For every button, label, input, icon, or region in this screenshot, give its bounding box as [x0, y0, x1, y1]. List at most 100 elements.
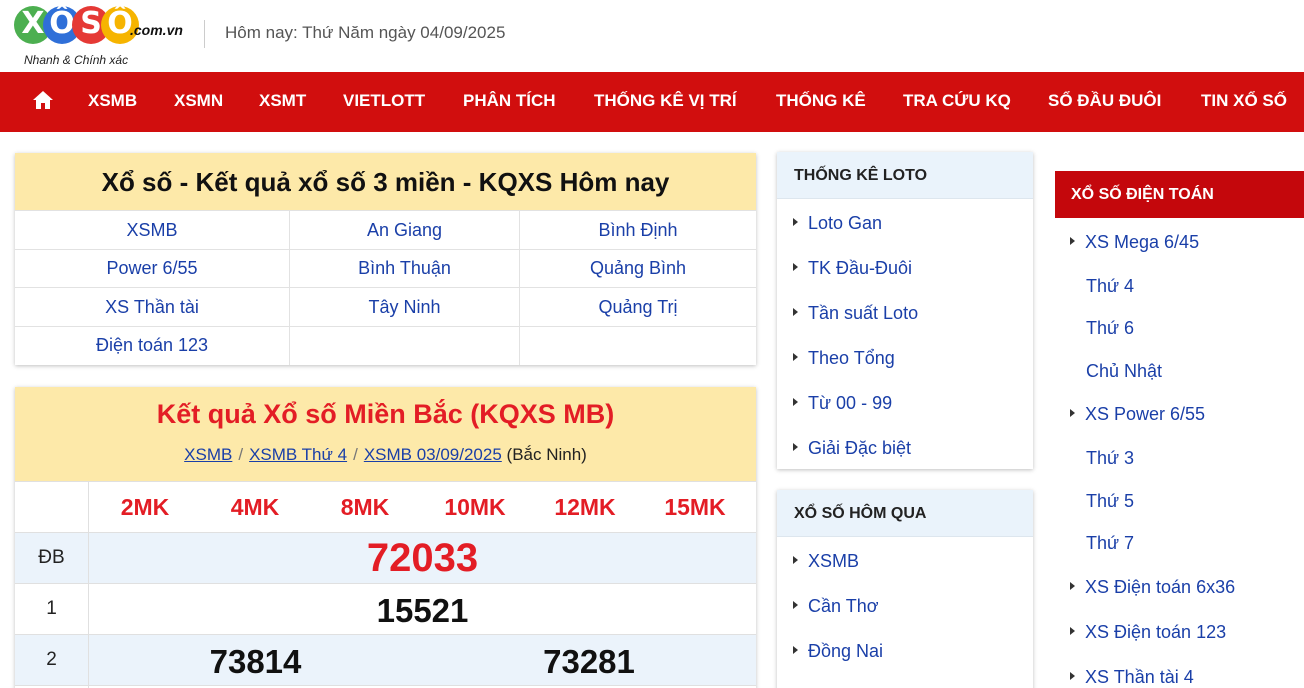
- codes-label-cell: [15, 482, 89, 532]
- link-quang-tri[interactable]: Quảng Trị: [520, 288, 756, 326]
- menu-label: XS Power 6/55: [1085, 404, 1205, 424]
- nav-item-tin-xo-so[interactable]: TIN XỔ SỐ: [1201, 91, 1287, 111]
- prize-label: 1: [15, 584, 89, 634]
- menu-xs-dien-toan-6x36[interactable]: XS Điện toán 6x36: [1070, 577, 1235, 598]
- site-logo[interactable]: X Ổ S Ố .com.vn Nhanh & Chính xác: [14, 4, 194, 68]
- computer-lottery-title: XỔ SỐ ĐIỆN TOÁN: [1055, 171, 1304, 218]
- site-header: X Ổ S Ố .com.vn Nhanh & Chính xác Hôm na…: [0, 0, 1304, 72]
- loto-stats-label: Giải Đặc biệt: [808, 438, 911, 458]
- ticket-code: 15MK: [645, 494, 745, 521]
- link-binh-dinh[interactable]: Bình Định: [520, 211, 756, 249]
- loto-stats-item[interactable]: Loto Gan: [793, 213, 882, 234]
- prize-row-special: ĐB 72033: [15, 532, 756, 583]
- breadcrumb-xsmb-thu-4[interactable]: XSMB Thứ 4: [249, 445, 347, 464]
- special-prize-number: 72033: [89, 536, 756, 581]
- yesterday-label: Cần Thơ: [808, 596, 879, 616]
- menu-power-thu-5[interactable]: Thứ 5: [1086, 491, 1134, 512]
- menu-xs-than-tai-4[interactable]: XS Thần tài 4: [1070, 667, 1194, 688]
- menu-power-thu-7[interactable]: Thứ 7: [1086, 533, 1134, 554]
- loto-stats-item[interactable]: Tần suất Loto: [793, 303, 918, 324]
- yesterday-label: Đồng Nai: [808, 641, 883, 661]
- caret-right-icon: [793, 646, 798, 654]
- caret-right-icon: [793, 308, 798, 316]
- main-nav: XSMB XSMN XSMT VIETLOTT PHÂN TÍCH THỐNG …: [0, 72, 1304, 132]
- caret-right-icon: [1070, 672, 1075, 680]
- loto-stats-item[interactable]: Từ 00 - 99: [793, 393, 892, 414]
- logo-slogan: Nhanh & Chính xác: [24, 53, 128, 67]
- result-panel: Kết quả Xổ số Miền Bắc (KQXS MB) XSMB/XS…: [15, 387, 756, 688]
- link-dien-toan-123[interactable]: Điện toán 123: [15, 326, 289, 364]
- link-xsmb[interactable]: XSMB: [15, 211, 289, 249]
- menu-power-thu-3[interactable]: Thứ 3: [1086, 448, 1134, 469]
- link-tay-ninh[interactable]: Tây Ninh: [290, 288, 519, 326]
- breadcrumb-xsmb-date[interactable]: XSMB 03/09/2025: [364, 445, 502, 464]
- menu-label: XS Điện toán 6x36: [1085, 577, 1235, 597]
- loto-stats-title: THỐNG KÊ LOTO: [777, 152, 1033, 199]
- breadcrumb-separator: /: [238, 445, 243, 464]
- home-icon[interactable]: [31, 88, 55, 112]
- nav-item-thong-ke[interactable]: THỐNG KÊ: [776, 91, 866, 111]
- ticket-code: 8MK: [315, 494, 415, 521]
- nav-item-xsmt[interactable]: XSMT: [259, 91, 306, 111]
- link-quang-binh[interactable]: Quảng Bình: [520, 249, 756, 287]
- caret-right-icon: [793, 556, 798, 564]
- loto-stats-label: Theo Tổng: [808, 348, 895, 368]
- caret-right-icon: [1070, 409, 1075, 417]
- loto-stats-item[interactable]: TK Đầu-Đuôi: [793, 258, 912, 279]
- nav-item-so-dau-duoi[interactable]: SỔ ĐẦU ĐUÔI: [1048, 91, 1161, 111]
- menu-xs-mega-645[interactable]: XS Mega 6/45: [1070, 232, 1199, 253]
- caret-right-icon: [793, 218, 798, 226]
- link-binh-thuan[interactable]: Bình Thuận: [290, 249, 519, 287]
- caret-right-icon: [793, 353, 798, 361]
- link-an-giang[interactable]: An Giang: [290, 211, 519, 249]
- menu-xs-dien-toan-123[interactable]: XS Điện toán 123: [1070, 622, 1226, 643]
- nav-item-xsmb[interactable]: XSMB: [88, 91, 137, 111]
- yesterday-item[interactable]: Đồng Nai: [793, 641, 883, 662]
- loto-stats-item[interactable]: Theo Tổng: [793, 348, 895, 369]
- page-title: Xổ số - Kết quả xổ số 3 miền - KQXS Hôm …: [15, 153, 756, 211]
- breadcrumb: XSMB / XSMB Thứ 4 / XSMB 03/09/2025 (Bắc Nin…: [15, 445, 756, 465]
- result-title: Kết quả Xổ số Miền Bắc (KQXS MB): [15, 399, 756, 430]
- breadcrumb-province: (Bắc Ninh): [507, 445, 587, 464]
- loto-stats-label: Tần suất Loto: [808, 303, 918, 323]
- caret-right-icon: [1070, 627, 1075, 635]
- menu-mega-thu-4[interactable]: Thứ 4: [1086, 276, 1134, 297]
- link-xs-than-tai[interactable]: XS Thần tài: [15, 288, 289, 326]
- ticket-code: 10MK: [425, 494, 525, 521]
- nav-item-xsmn[interactable]: XSMN: [174, 91, 223, 111]
- nav-item-vietlott[interactable]: VIETLOTT: [343, 91, 425, 111]
- link-power-655[interactable]: Power 6/55: [15, 249, 289, 287]
- loto-stats-label: TK Đầu-Đuôi: [808, 258, 912, 278]
- nav-item-phan-tich[interactable]: PHÂN TÍCH: [463, 91, 556, 111]
- ticket-code: 2MK: [95, 494, 195, 521]
- menu-xs-power-655[interactable]: XS Power 6/55: [1070, 404, 1205, 425]
- logo-domain: .com.vn: [130, 22, 183, 38]
- prize-label: 2: [15, 635, 89, 685]
- prize-number: 15521: [89, 592, 756, 630]
- codes-row: 2MK 4MK 8MK 10MK 12MK 15MK: [15, 481, 756, 532]
- yesterday-panel: XỔ SỐ HÔM QUA XSMB Cần Thơ Đồng Nai: [777, 490, 1033, 688]
- menu-mega-thu-6[interactable]: Thứ 6: [1086, 318, 1134, 339]
- breadcrumb-separator: /: [353, 445, 358, 464]
- caret-right-icon: [1070, 237, 1075, 245]
- prize-number: 73281: [422, 643, 756, 681]
- caret-right-icon: [1070, 582, 1075, 590]
- ticket-code: 12MK: [535, 494, 635, 521]
- prize-label: ĐB: [15, 533, 89, 583]
- menu-label: XS Mega 6/45: [1085, 232, 1199, 252]
- loto-stats-item[interactable]: Giải Đặc biệt: [793, 438, 911, 459]
- caret-right-icon: [793, 263, 798, 271]
- loto-stats-panel: THỐNG KÊ LOTO Loto Gan TK Đầu-Đuôi Tần s…: [777, 152, 1033, 469]
- breadcrumb-xsmb[interactable]: XSMB: [184, 445, 232, 464]
- yesterday-item[interactable]: XSMB: [793, 551, 859, 572]
- menu-mega-chu-nhat[interactable]: Chủ Nhật: [1086, 361, 1162, 382]
- loto-stats-label: Loto Gan: [808, 213, 882, 233]
- yesterday-item[interactable]: Cần Thơ: [793, 596, 879, 617]
- nav-item-tra-cuu-kq[interactable]: TRA CỨU KQ: [903, 91, 1011, 111]
- nav-item-thong-ke-vi-tri[interactable]: THỐNG KÊ VỊ TRÍ: [594, 91, 737, 111]
- caret-right-icon: [793, 601, 798, 609]
- prize-number: 73814: [89, 643, 422, 681]
- yesterday-label: XSMB: [808, 551, 859, 571]
- ticket-code: 4MK: [205, 494, 305, 521]
- caret-right-icon: [793, 398, 798, 406]
